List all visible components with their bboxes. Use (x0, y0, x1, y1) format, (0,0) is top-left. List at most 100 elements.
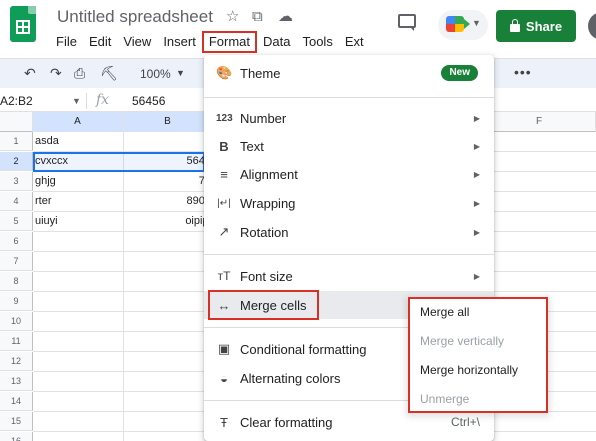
formula-input[interactable]: 56456 (132, 94, 165, 108)
column-header-a[interactable]: A (33, 112, 123, 132)
menu-item-label: Clear formatting (240, 414, 333, 430)
number-icon: 123 (216, 112, 233, 124)
menu-edit[interactable]: Edit (83, 32, 117, 52)
column-header-b[interactable]: B (123, 112, 213, 132)
row-header[interactable]: 4 (0, 192, 33, 211)
menu-item-wrapping[interactable]: |↵| Wrapping ▶ (204, 189, 494, 217)
menu-item-label: Alternating colors (240, 370, 341, 386)
redo-icon[interactable]: ↷ (50, 65, 62, 81)
cell-a1[interactable]: asda (33, 132, 123, 151)
cell-b3[interactable]: 78 (123, 172, 213, 191)
menu-item-label: Text (240, 138, 264, 154)
row-header[interactable]: 6 (0, 232, 33, 251)
menu-item-rotation[interactable]: ↗ Rotation ▶ (204, 218, 494, 246)
menu-extensions[interactable]: Ext (339, 32, 370, 52)
cell-b5[interactable]: oipipi (123, 212, 213, 231)
menu-item-theme[interactable]: 🎨 Theme New (204, 59, 494, 87)
avatar[interactable] (588, 12, 596, 40)
menu-item-label: Rotation (240, 224, 289, 240)
chevron-right-icon: ▶ (473, 169, 480, 179)
select-all-corner[interactable] (0, 112, 33, 132)
menu-data[interactable]: Data (257, 32, 296, 52)
menu-item-text[interactable]: B Text ▶ (204, 132, 494, 160)
row-header[interactable]: 8 (0, 272, 33, 291)
conditional-format-icon: ▣ (217, 341, 231, 356)
cell-a5[interactable]: uiuyi (33, 212, 123, 231)
comment-history-icon[interactable] (398, 14, 416, 31)
menu-format[interactable]: Format (201, 31, 257, 53)
app-header: Untitled spreadsheet ☆ ⧉ ☁ File Edit Vie… (0, 0, 596, 56)
new-badge: New (441, 65, 478, 81)
share-button[interactable]: Share (496, 10, 576, 42)
menu-item-alignment[interactable]: ≡ Alignment ▶ (204, 160, 494, 188)
more-options-icon[interactable]: ••• (514, 64, 532, 80)
star-icon[interactable]: ☆ (226, 8, 239, 26)
chevron-right-icon: ▶ (473, 141, 480, 151)
row-header[interactable]: 12 (0, 352, 33, 371)
meet-button[interactable]: ▼ (438, 10, 488, 40)
menu-separator (204, 97, 494, 98)
zoom-select[interactable]: 100% (140, 67, 171, 81)
menu-bar: File Edit View Insert Format Data Tools … (50, 31, 370, 53)
merge-vertically-option: Merge vertically (420, 334, 505, 348)
undo-icon[interactable]: ↶ (24, 65, 36, 81)
cell-a3[interactable]: ghjg (33, 172, 123, 191)
row-header[interactable]: 2 (0, 152, 33, 171)
chevron-right-icon: ▶ (473, 113, 480, 123)
paint-format-icon[interactable]: ⛏ (100, 65, 118, 81)
print-icon[interactable]: ⎙ (74, 65, 85, 81)
row-header[interactable]: 16 (0, 432, 33, 441)
move-folder-icon[interactable]: ⧉ (252, 8, 263, 26)
sheets-logo-icon[interactable] (10, 6, 36, 42)
column-header-f[interactable]: F (483, 112, 596, 132)
bold-icon: B (219, 138, 229, 154)
meet-camera-icon (446, 16, 470, 32)
menu-item-font-size[interactable]: ᴛT Font size ▶ (204, 262, 494, 290)
name-box-chevron-icon[interactable]: ▼ (72, 96, 81, 106)
row-header[interactable]: 11 (0, 332, 33, 351)
merge-cells-highlight (208, 290, 319, 320)
row-header[interactable]: 5 (0, 212, 33, 231)
merge-all-option[interactable]: Merge all (420, 305, 469, 319)
row-header[interactable]: 9 (0, 292, 33, 311)
menu-item-label: Wrapping (240, 195, 296, 211)
menu-view[interactable]: View (117, 32, 157, 52)
formula-divider (86, 93, 87, 109)
chevron-right-icon: ▶ (473, 271, 480, 281)
document-title[interactable]: Untitled spreadsheet (57, 7, 213, 27)
chevron-right-icon: ▶ (473, 227, 480, 237)
cell-a2[interactable]: cvxccx (33, 152, 123, 171)
cell-b2[interactable]: 5645 (123, 152, 213, 171)
align-icon: ≡ (220, 166, 228, 182)
clear-format-icon: Ŧ (220, 414, 228, 430)
palette-icon: 🎨 (216, 65, 233, 80)
cell-b4[interactable]: 8908 (123, 192, 213, 211)
name-box[interactable]: A2:B2 (0, 94, 33, 108)
fx-icon: fx (96, 92, 110, 108)
menu-file[interactable]: File (50, 32, 83, 52)
menu-insert[interactable]: Insert (157, 32, 202, 52)
row-header[interactable]: 14 (0, 392, 33, 411)
share-label: Share (525, 18, 563, 34)
cloud-status-icon[interactable]: ☁ (278, 8, 293, 26)
lock-icon (509, 19, 520, 32)
menu-item-number[interactable]: 123 Number ▶ (204, 104, 494, 132)
keyboard-shortcut: Ctrl+\ (450, 415, 480, 429)
menu-item-label: Conditional formatting (240, 341, 367, 357)
row-header[interactable]: 1 (0, 132, 33, 151)
row-header[interactable]: 7 (0, 252, 33, 271)
zoom-chevron-down-icon[interactable]: ▼ (176, 68, 185, 78)
row-header[interactable]: 3 (0, 172, 33, 191)
menu-tools[interactable]: Tools (296, 32, 338, 52)
cell-a4[interactable]: rter (33, 192, 123, 211)
menu-item-label: Theme (240, 65, 281, 81)
chevron-down-icon: ▼ (472, 18, 481, 28)
row-header[interactable]: 15 (0, 412, 33, 431)
row-header[interactable]: 10 (0, 312, 33, 331)
chevron-right-icon: ▶ (473, 198, 480, 208)
wrap-icon: |↵| (217, 197, 231, 209)
row-header[interactable]: 13 (0, 372, 33, 391)
menu-separator (204, 254, 494, 255)
merge-horizontally-option[interactable]: Merge horizontally (420, 363, 518, 377)
unmerge-option: Unmerge (420, 392, 470, 406)
